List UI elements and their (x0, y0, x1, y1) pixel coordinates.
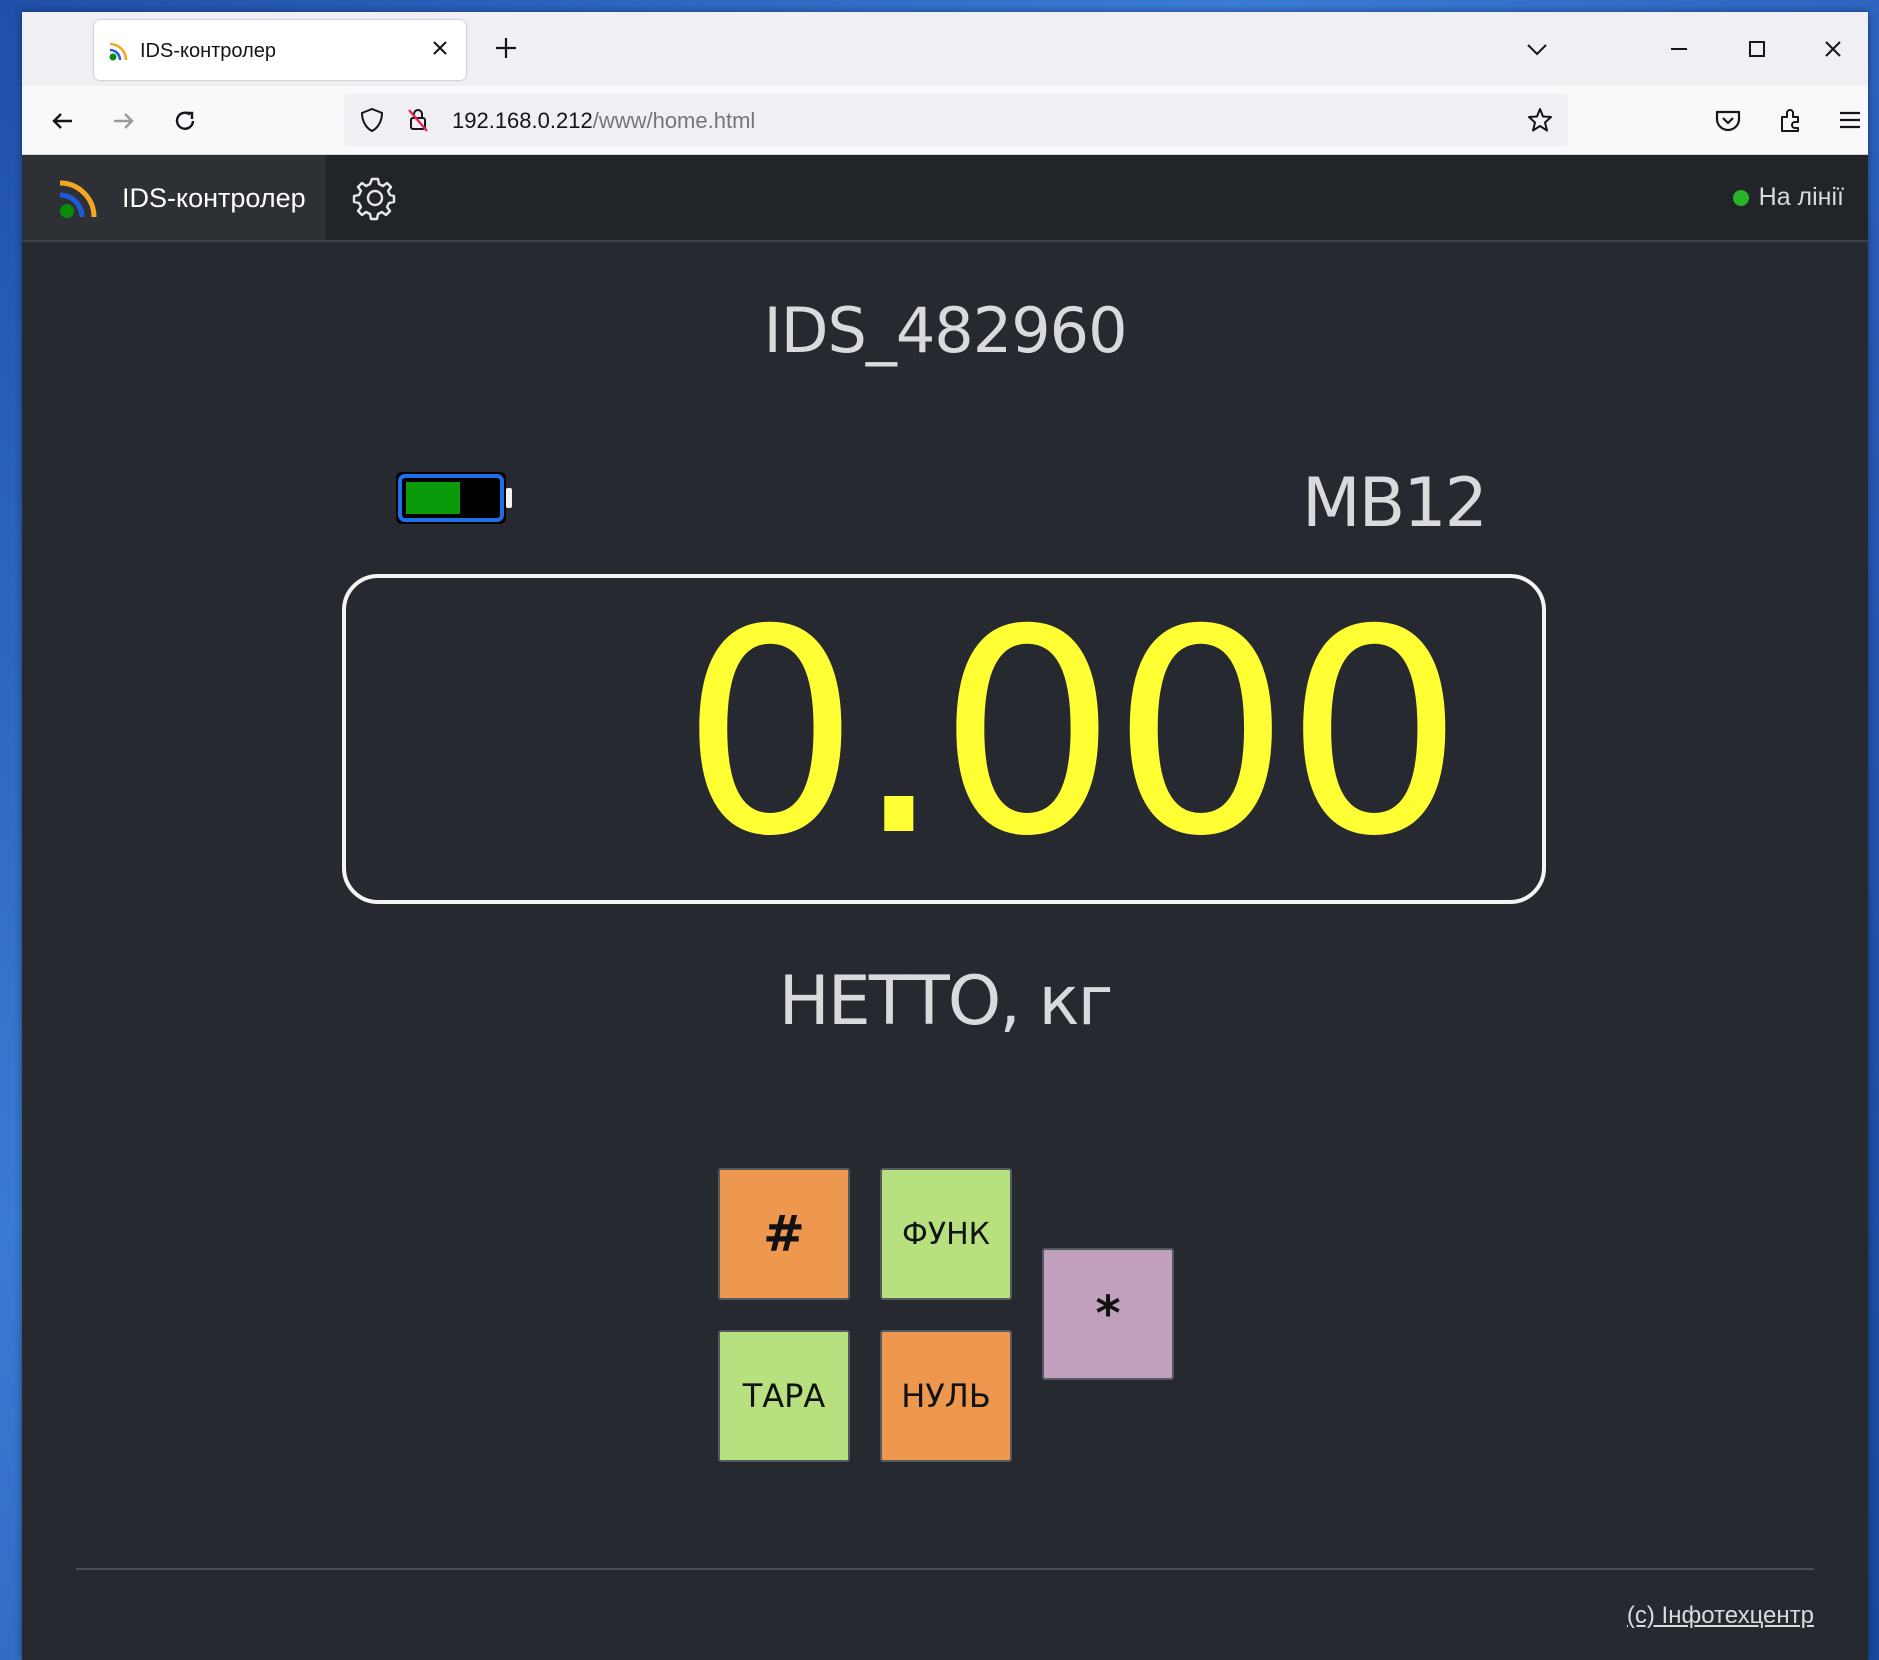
tare-button[interactable]: ТАРА (718, 1330, 850, 1462)
weight-display: 0.000 (342, 574, 1546, 904)
browser-window: IDS-контролер 192.168.0.212/www/home.htm… (22, 12, 1868, 1660)
tab-bar: IDS-контролер (22, 12, 1868, 86)
brand[interactable]: IDS-контролер (22, 155, 326, 240)
zero-button[interactable]: НУЛЬ (880, 1330, 1012, 1462)
scale-id: MB12 (1302, 464, 1488, 543)
shield-icon[interactable] (358, 106, 386, 134)
minimize-icon[interactable] (1664, 34, 1694, 64)
browser-tab[interactable]: IDS-контролер (94, 20, 466, 80)
new-tab-icon[interactable] (490, 32, 522, 64)
reload-icon[interactable] (168, 104, 202, 138)
forward-arrow-icon[interactable] (106, 104, 140, 138)
weight-value: 0.000 (680, 569, 1464, 898)
battery-icon (396, 472, 512, 524)
close-window-icon[interactable] (1818, 34, 1848, 64)
close-tab-icon[interactable] (426, 34, 454, 62)
brand-title: IDS-контролер (122, 183, 306, 213)
extensions-icon[interactable] (1774, 104, 1806, 136)
pocket-icon[interactable] (1712, 104, 1744, 136)
url-host: 192.168.0.212 (452, 108, 593, 133)
back-arrow-icon[interactable] (46, 104, 80, 138)
weight-mode-label: НЕТТО, кг (778, 962, 1114, 1041)
maximize-icon[interactable] (1742, 34, 1772, 64)
navigation-bar: 192.168.0.212/www/home.html (22, 86, 1868, 155)
function-button[interactable]: ФУНК (880, 1168, 1012, 1300)
app-header: IDS-контролер На лінії (22, 155, 1868, 242)
chevron-down-icon[interactable] (1522, 34, 1552, 64)
footer-divider (76, 1568, 1814, 1570)
status-label: На лінії (1758, 183, 1844, 211)
bookmark-star-icon[interactable] (1526, 106, 1554, 134)
status-dot-icon (1732, 189, 1749, 206)
url-text[interactable]: 192.168.0.212/www/home.html (452, 108, 755, 134)
address-bar[interactable]: 192.168.0.212/www/home.html (344, 94, 1568, 146)
copyright-link[interactable]: (c) Інфотехцентр (1627, 1602, 1814, 1630)
menu-icon[interactable] (1834, 104, 1866, 136)
star-button[interactable]: * (1042, 1248, 1174, 1380)
tab-title: IDS-контролер (140, 40, 277, 62)
ids-logo-icon (59, 180, 97, 218)
url-path: /www/home.html (592, 108, 756, 133)
connection-status: На лінії (1732, 183, 1844, 212)
gear-icon[interactable] (352, 175, 398, 221)
insecure-lock-icon[interactable] (404, 106, 432, 134)
hash-button[interactable]: # (718, 1168, 850, 1300)
ids-logo-icon (109, 42, 128, 61)
device-name: IDS_482960 (763, 294, 1127, 367)
